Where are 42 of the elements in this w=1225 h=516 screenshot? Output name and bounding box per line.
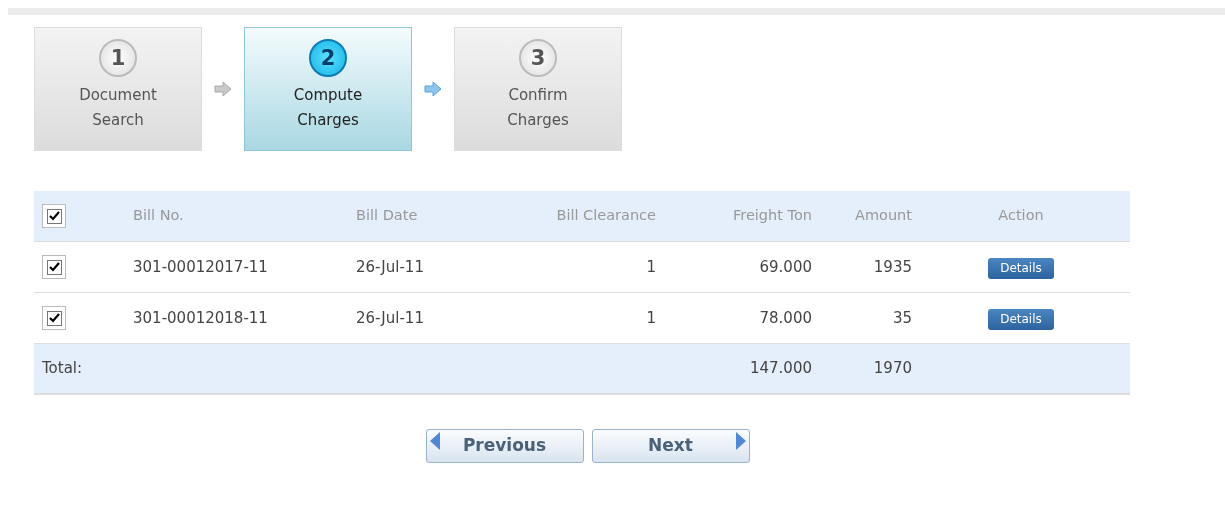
column-header: Action xyxy=(997,206,1045,226)
checkbox[interactable] xyxy=(42,255,66,279)
step-number: 2 xyxy=(309,39,347,77)
column-header: Bill No. xyxy=(132,206,185,226)
total-label: Total: xyxy=(41,358,84,380)
step-number: 3 xyxy=(519,39,557,77)
column-header: Bill Clearance xyxy=(555,206,656,226)
check-icon xyxy=(48,262,60,272)
step-label: Compute Charges xyxy=(292,85,364,131)
previous-button[interactable]: Previous xyxy=(425,429,584,463)
right-triangle-icon xyxy=(734,431,747,451)
total-cell-text: 147.000 xyxy=(748,358,812,380)
step-label: Confirm Charges xyxy=(506,85,570,131)
table-cell-text: 1 xyxy=(645,307,656,329)
details-button[interactable]: Details xyxy=(988,308,1054,330)
check-icon xyxy=(48,313,60,323)
wizard-step[interactable]: 1 Document Search xyxy=(34,27,202,151)
arrow-icon xyxy=(214,81,232,97)
column-header: Amount xyxy=(854,206,912,226)
details-button[interactable]: Details xyxy=(988,257,1054,279)
next-button[interactable]: Next xyxy=(591,429,750,463)
checkbox[interactable] xyxy=(42,306,66,330)
wizard-step[interactable]: 3 Confirm Charges xyxy=(454,27,622,151)
step-number: 1 xyxy=(99,39,137,77)
table-cell-text: 69.000 xyxy=(758,256,812,278)
column-header: Freight Ton xyxy=(731,206,812,226)
table-cell-text: 301-00012017-11 xyxy=(132,256,269,278)
table-cell-text: 26-Jul-11 xyxy=(355,307,425,329)
table-cell-text: 1 xyxy=(645,256,656,278)
checkbox[interactable] xyxy=(42,204,66,228)
wizard-step[interactable]: 2 Compute Charges xyxy=(244,27,412,151)
table-cell-text: 301-00012018-11 xyxy=(132,307,269,329)
step-label: Document Search xyxy=(78,85,158,131)
table-cell-text: 78.000 xyxy=(758,307,812,329)
table-cell-text: 26-Jul-11 xyxy=(355,256,425,278)
table-cell-text: 35 xyxy=(891,307,912,329)
arrow-icon xyxy=(424,81,442,97)
column-header: Bill Date xyxy=(355,206,419,226)
check-icon xyxy=(48,211,60,221)
table-cell-text: 1935 xyxy=(872,256,912,278)
left-triangle-icon xyxy=(428,431,441,451)
total-cell-text: 1970 xyxy=(872,358,912,380)
